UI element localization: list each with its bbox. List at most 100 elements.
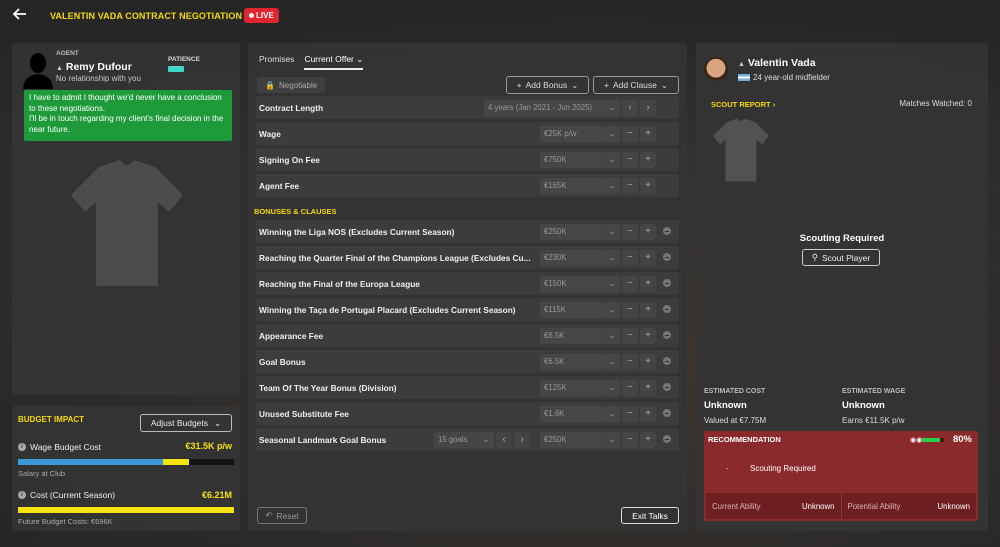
valued-at: Valued at €7.75M: [704, 416, 767, 425]
remove-bonus-icon[interactable]: [663, 409, 671, 417]
chevron-down-icon[interactable]: ⌄: [604, 125, 620, 142]
remove-bonus-icon[interactable]: [663, 305, 671, 313]
chevron-down-icon[interactable]: ⌄: [604, 223, 620, 240]
bonus-input[interactable]: €6.5K: [540, 327, 604, 344]
contract-length-select[interactable]: 4 years (Jan 2021 - Jun 2025): [484, 99, 604, 116]
remove-bonus-icon[interactable]: [663, 357, 671, 365]
minus-icon[interactable]: −: [622, 353, 638, 370]
wage-budget-label: Wage Budget Cost: [30, 442, 102, 452]
plus-icon[interactable]: +: [640, 275, 656, 292]
add-bonus-label: Add Bonus: [525, 80, 568, 90]
info-icon[interactable]: i: [18, 491, 26, 499]
scout-report-label: SCOUT REPORT: [711, 100, 771, 109]
plus-icon[interactable]: +: [640, 249, 656, 266]
exit-talks-button[interactable]: Exit Talks: [621, 507, 679, 524]
person-icon: ▲: [738, 61, 745, 68]
scout-report-link[interactable]: SCOUT REPORT ›: [711, 100, 775, 109]
contract-length-value: 4 years (Jan 2021 - Jun 2025): [488, 103, 593, 112]
bonus-value: €125K: [544, 383, 567, 392]
remove-bonus-icon[interactable]: [663, 279, 671, 287]
minus-icon[interactable]: −: [622, 379, 638, 396]
minus-icon[interactable]: −: [622, 223, 638, 240]
minus-icon[interactable]: −: [622, 151, 638, 168]
bonus-input[interactable]: €230K: [540, 249, 604, 266]
plus-icon[interactable]: +: [640, 223, 656, 240]
info-icon[interactable]: i: [18, 443, 26, 451]
wage-budget-value: €31.5K p/w: [185, 441, 232, 451]
agent-name[interactable]: ▲ Remy Dufour: [56, 61, 132, 73]
plus-icon[interactable]: +: [640, 379, 656, 396]
chevron-down-icon[interactable]: ⌄: [604, 151, 620, 168]
top-bar: VALENTIN VADA CONTRACT NEGOTIATION LIVE: [0, 0, 1000, 32]
plus-icon[interactable]: +: [640, 125, 656, 142]
chevron-down-icon[interactable]: ⌄: [604, 327, 620, 344]
chevron-down-icon[interactable]: ⌄: [604, 405, 620, 422]
tab-promises[interactable]: Promises: [259, 54, 294, 70]
reset-button[interactable]: ↶ Reset: [257, 507, 307, 524]
plus-icon[interactable]: +: [640, 353, 656, 370]
plus-icon[interactable]: +: [640, 151, 656, 168]
bonus-input[interactable]: €115K: [540, 301, 604, 318]
bonus-input[interactable]: €1.6K: [540, 405, 604, 422]
bonus-label: Unused Substitute Fee: [259, 408, 349, 419]
plus-icon: +: [603, 80, 609, 90]
chevron-left-icon[interactable]: ‹: [622, 99, 638, 116]
agent-fee-input[interactable]: €165K: [540, 177, 604, 194]
cost-value: €6.21M: [201, 490, 232, 500]
bonus-input[interactable]: €125K: [540, 379, 604, 396]
bonus-input[interactable]: €6.5K: [540, 353, 604, 370]
bonus-row: Seasonal Landmark Goal Bonus 15 goals ⌄ …: [256, 428, 679, 451]
chevron-down-icon[interactable]: ⌄: [604, 275, 620, 292]
remove-bonus-icon[interactable]: [663, 331, 671, 339]
player-name[interactable]: ▲ Valentin Vada: [738, 57, 816, 69]
plus-icon[interactable]: +: [640, 431, 656, 448]
plus-icon[interactable]: +: [640, 327, 656, 344]
tab-current-offer[interactable]: Current Offer ⌄: [304, 54, 364, 70]
minus-icon[interactable]: −: [622, 249, 638, 266]
bonus-value: €1.6K: [544, 409, 565, 418]
chevron-down-icon[interactable]: ⌄: [478, 431, 494, 448]
recommendation-percent: 80%: [952, 434, 972, 445]
adjust-budgets-button[interactable]: Adjust Budgets ⌄: [140, 414, 232, 432]
chevron-right-icon[interactable]: ›: [640, 99, 656, 116]
negotiable-toggle[interactable]: 🔒 Negotiable: [257, 77, 325, 93]
plus-icon[interactable]: +: [640, 405, 656, 422]
remove-bonus-icon[interactable]: [663, 227, 671, 235]
minus-icon[interactable]: −: [622, 301, 638, 318]
bonus-row: Unused Substitute Fee €1.6K ⌄ − +: [256, 402, 679, 425]
chevron-down-icon[interactable]: ⌄: [604, 249, 620, 266]
add-clause-button[interactable]: + Add Clause ⌄: [593, 76, 679, 94]
wage-input[interactable]: €25K p/w: [540, 125, 604, 142]
scout-player-label: Scout Player: [822, 252, 871, 263]
minus-icon[interactable]: −: [622, 177, 638, 194]
chevron-right-icon[interactable]: ›: [514, 431, 530, 448]
minus-icon[interactable]: −: [622, 327, 638, 344]
bonus-input[interactable]: €250K: [540, 223, 604, 240]
chevron-down-icon[interactable]: ⌄: [604, 353, 620, 370]
remove-bonus-icon[interactable]: [663, 253, 671, 261]
scout-player-button[interactable]: ⚲ Scout Player: [802, 249, 880, 266]
chevron-down-icon[interactable]: ⌄: [604, 177, 620, 194]
minus-icon[interactable]: −: [622, 275, 638, 292]
chevron-down-icon[interactable]: ⌄: [604, 379, 620, 396]
add-bonus-button[interactable]: + Add Bonus ⌄: [506, 76, 589, 94]
estimated-wage-label: ESTIMATED WAGE: [842, 388, 906, 395]
plus-icon[interactable]: +: [640, 301, 656, 318]
remove-bonus-icon[interactable]: [663, 383, 671, 391]
minus-icon[interactable]: −: [622, 431, 638, 448]
chevron-down-icon[interactable]: ⌄: [604, 431, 620, 448]
estimated-cost-value: Unknown: [704, 400, 747, 411]
minus-icon[interactable]: −: [622, 405, 638, 422]
chevron-down-icon[interactable]: ⌄: [604, 99, 620, 116]
plus-icon[interactable]: +: [640, 177, 656, 194]
bonus-input[interactable]: €150K: [540, 275, 604, 292]
minus-icon[interactable]: −: [622, 125, 638, 142]
back-arrow-icon[interactable]: [10, 6, 30, 26]
remove-bonus-icon[interactable]: [663, 435, 671, 443]
goals-select[interactable]: 15 goals: [434, 431, 478, 448]
signing-fee-input[interactable]: €750K: [540, 151, 604, 168]
chevron-down-icon[interactable]: ⌄: [604, 301, 620, 318]
chevron-left-icon[interactable]: ‹: [496, 431, 512, 448]
bonus-input[interactable]: €250K: [540, 431, 604, 448]
chevron-down-icon: ⌄: [356, 54, 364, 64]
